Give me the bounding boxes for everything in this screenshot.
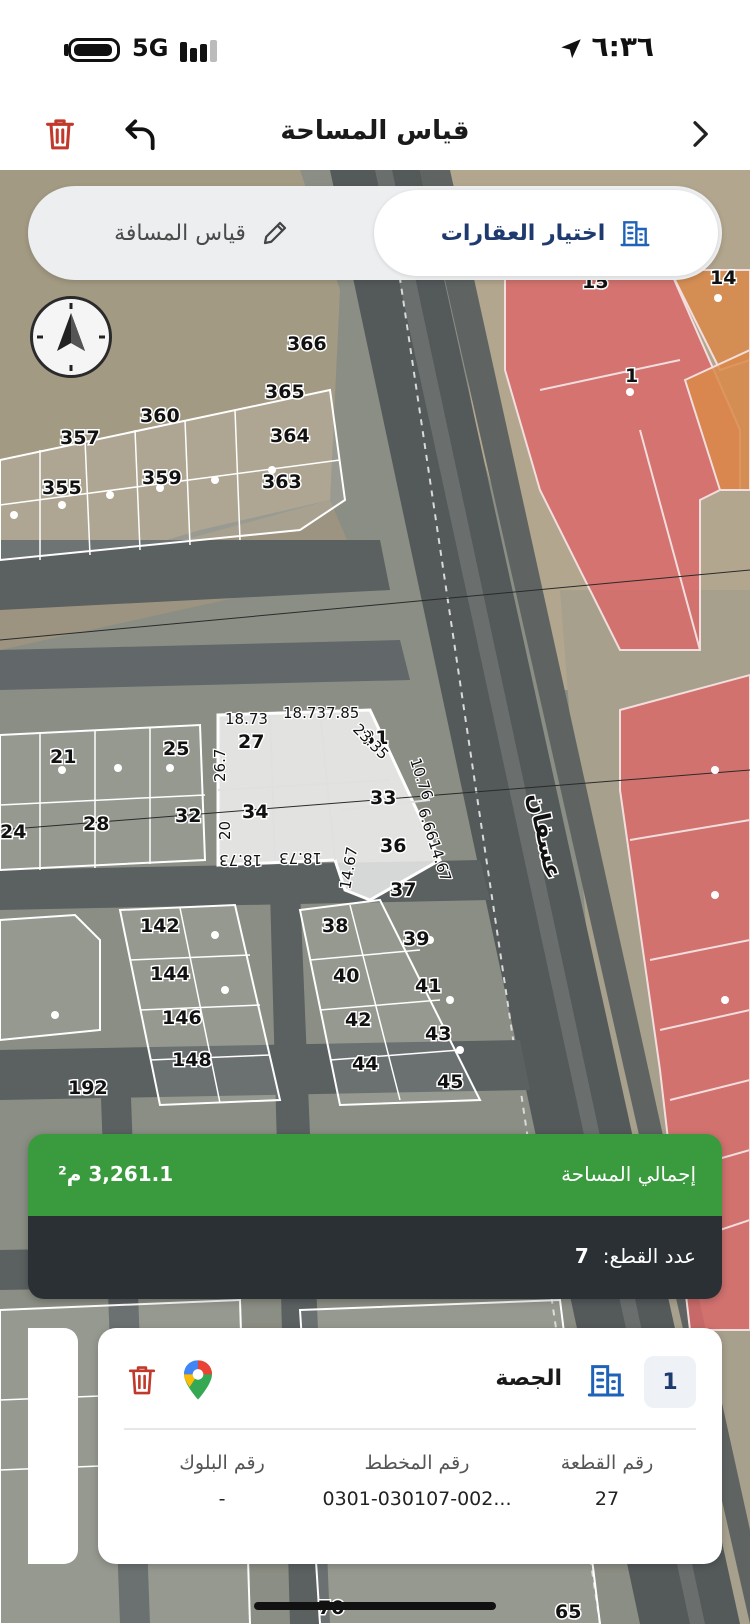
battery-tip xyxy=(64,44,68,56)
parcel-label-355: 355 xyxy=(42,477,82,499)
mode-toggle: اختيار العقارات قياس المسافة xyxy=(28,186,722,280)
parcel-label-363: 363 xyxy=(262,471,302,493)
parcel-count-row: عدد القطع: 7 xyxy=(28,1216,722,1299)
parcel-label-144: 144 xyxy=(150,963,190,985)
app-header: قياس المساحة xyxy=(0,100,750,170)
parcel-label-365: 365 xyxy=(265,381,305,403)
parcel-label-360: 360 xyxy=(140,405,180,427)
dimension-label: 18.73 xyxy=(225,710,268,728)
parcel-card[interactable]: 1 الجصة رقم القطعة 27 رقم المخطط 0301-03… xyxy=(98,1328,722,1564)
measure-distance-label: قياس المسافة xyxy=(114,220,246,246)
select-properties-label: اختيار العقارات xyxy=(440,220,606,246)
clock: ٦:٣٦ xyxy=(591,30,654,63)
back-button[interactable] xyxy=(676,110,724,158)
dimension-label: 18.73 xyxy=(279,849,322,867)
plan-number-column: رقم المخطط 0301-030107-002... xyxy=(312,1452,522,1510)
measure-distance-tab[interactable]: قياس المسافة xyxy=(32,190,372,276)
parcel-count-value: 7 xyxy=(574,1244,589,1268)
parcel-label-21: 21 xyxy=(50,746,76,768)
dimension-label: 18.73 xyxy=(219,851,262,869)
divider xyxy=(124,1428,696,1430)
parcel-index-badge: 1 xyxy=(644,1356,696,1408)
status-bar: 5G ٦:٣٦ xyxy=(0,0,750,100)
page-title: قياس المساحة xyxy=(280,116,470,146)
parcel-label-34: 34 xyxy=(242,801,268,823)
district-name: الجصة xyxy=(495,1366,562,1391)
parcel-label-192: 192 xyxy=(68,1077,108,1099)
compass-button[interactable] xyxy=(30,296,112,378)
previous-parcel-card[interactable] xyxy=(28,1328,78,1564)
parcel-label-24: 24 xyxy=(0,821,26,843)
compass-icon xyxy=(37,303,105,371)
open-in-maps-button[interactable] xyxy=(174,1356,222,1404)
parcel-label-27: 27 xyxy=(238,731,264,753)
total-area-label: إجمالي المساحة xyxy=(561,1162,696,1186)
parcel-label-146: 146 xyxy=(162,1007,202,1029)
battery-icon xyxy=(68,38,120,62)
total-area-row: إجمالي المساحة 3,261.1 م² xyxy=(28,1134,722,1216)
plan-number-label: رقم المخطط xyxy=(364,1452,470,1474)
plot-number-label: رقم القطعة xyxy=(560,1452,654,1474)
parcel-label-36: 36 xyxy=(380,835,406,857)
plan-number-value: 0301-030107-002... xyxy=(322,1488,512,1510)
block-number-label: رقم البلوك xyxy=(179,1452,265,1474)
area-summary-card: إجمالي المساحة 3,261.1 م² عدد القطع: 7 xyxy=(28,1134,722,1299)
parcel-label-1: 1 xyxy=(625,365,638,387)
plot-number-value: 27 xyxy=(594,1488,620,1510)
parcel-label-32: 32 xyxy=(175,805,201,827)
dimension-label: 20 xyxy=(216,821,234,840)
parcel-label-28: 28 xyxy=(83,813,109,835)
parcel-label-359: 359 xyxy=(142,467,182,489)
trash-icon xyxy=(128,1366,156,1395)
select-properties-tab[interactable]: اختيار العقارات xyxy=(374,190,718,276)
location-arrow-icon xyxy=(561,39,581,59)
parcel-label-142: 142 xyxy=(140,915,180,937)
map-pin-icon xyxy=(184,1360,212,1400)
dimension-label: 26.7 xyxy=(211,749,229,782)
parcel-label-37: 37 xyxy=(390,879,416,901)
block-number-value: - xyxy=(218,1488,226,1510)
signal-icon xyxy=(180,36,222,62)
parcel-label-148: 148 xyxy=(172,1049,212,1071)
parcel-label-33: 33 xyxy=(370,787,396,809)
chevron-right-icon xyxy=(693,121,708,147)
dimension-label: 18.737.85 xyxy=(283,704,359,722)
building-icon xyxy=(587,1365,625,1397)
building-icon xyxy=(620,221,650,247)
parcel-label-14: 14 xyxy=(710,267,736,289)
block-number-column: رقم البلوك - xyxy=(142,1452,302,1510)
home-indicator[interactable] xyxy=(254,1602,496,1610)
delete-parcel-button[interactable] xyxy=(118,1356,166,1404)
parcel-label-38: 38 xyxy=(322,915,348,937)
parcel-label-364: 364 xyxy=(270,425,310,447)
pencil-icon xyxy=(263,221,287,245)
parcel-label-41: 41 xyxy=(415,975,441,997)
parcel-label-65: 65 xyxy=(555,1601,581,1623)
parcel-label-25: 25 xyxy=(163,738,189,760)
network-type: 5G xyxy=(132,34,169,62)
parcel-label-366: 366 xyxy=(287,333,327,355)
parcel-label-42: 42 xyxy=(345,1009,371,1031)
total-area-value: 3,261.1 م² xyxy=(58,1162,174,1186)
parcel-label-44: 44 xyxy=(352,1053,378,1075)
parcel-label-43: 43 xyxy=(425,1023,451,1045)
parcel-label-357: 357 xyxy=(60,427,100,449)
parcel-label-40: 40 xyxy=(333,965,359,987)
parcel-label-39: 39 xyxy=(403,928,429,950)
parcel-count-label: عدد القطع: xyxy=(602,1244,696,1268)
parcel-label-45: 45 xyxy=(437,1071,463,1093)
plot-number-column: رقم القطعة 27 xyxy=(532,1452,682,1510)
